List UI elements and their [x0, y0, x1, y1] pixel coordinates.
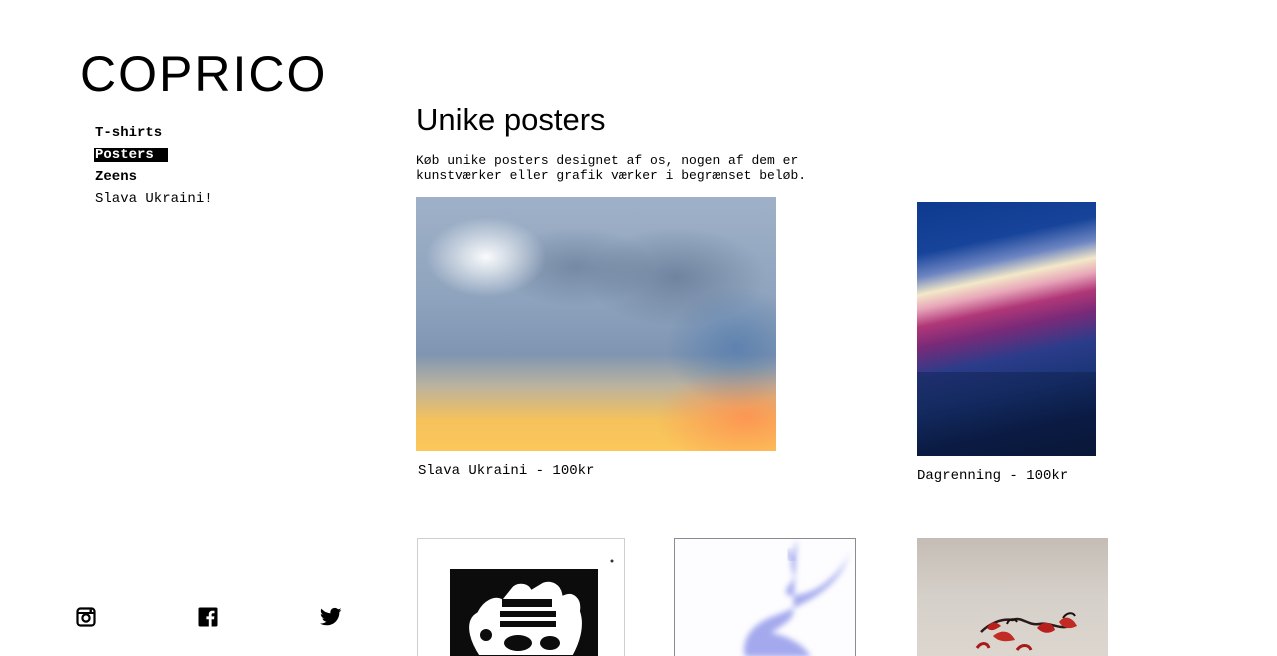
poster-image[interactable] [917, 538, 1108, 656]
nav-item-label: Zeens [95, 169, 138, 185]
page-description: Køb unike posters designet af os, nogen … [416, 153, 876, 183]
nav-item-label: Slava Ukraini! [95, 191, 213, 207]
social-links [76, 607, 342, 629]
nav-item-slava-ukraini[interactable]: Slava Ukraini! [94, 188, 214, 210]
page-title: Unike posters [416, 102, 606, 137]
poster-image[interactable] [917, 202, 1096, 456]
poster-card[interactable] [674, 538, 856, 656]
poster-card[interactable]: Dagrenning - 100kr [917, 202, 1117, 492]
description-line: Køb unike posters designet af os, nogen … [416, 153, 799, 168]
brand-logo[interactable]: COPRICO [80, 46, 327, 102]
facebook-icon[interactable] [198, 607, 218, 627]
poster-caption[interactable]: Dagrenning - 100kr [917, 468, 1068, 484]
nav-item-label: Posters [94, 148, 168, 162]
poster-card[interactable] [917, 538, 1108, 656]
instagram-icon[interactable] [76, 607, 96, 627]
poster-image[interactable] [417, 538, 625, 656]
poster-image[interactable] [416, 197, 776, 451]
poster-card[interactable] [417, 538, 625, 656]
poster-card[interactable]: Slava Ukraini - 100kr [416, 197, 776, 487]
twitter-icon[interactable] [319, 607, 342, 627]
nav-item-t-shirts[interactable]: T-shirts [94, 122, 214, 144]
nav-item-label: T-shirts [95, 125, 163, 141]
poster-caption[interactable]: Slava Ukraini - 100kr [418, 463, 594, 479]
nav-item-zeens[interactable]: Zeens [94, 166, 214, 188]
nav-item-posters[interactable]: Posters [94, 144, 214, 166]
description-line: kunstværker eller grafik værker i begræn… [416, 168, 807, 183]
side-nav: T-shirts Posters Zeens Slava Ukraini! [94, 122, 214, 210]
poster-image[interactable] [674, 538, 856, 656]
